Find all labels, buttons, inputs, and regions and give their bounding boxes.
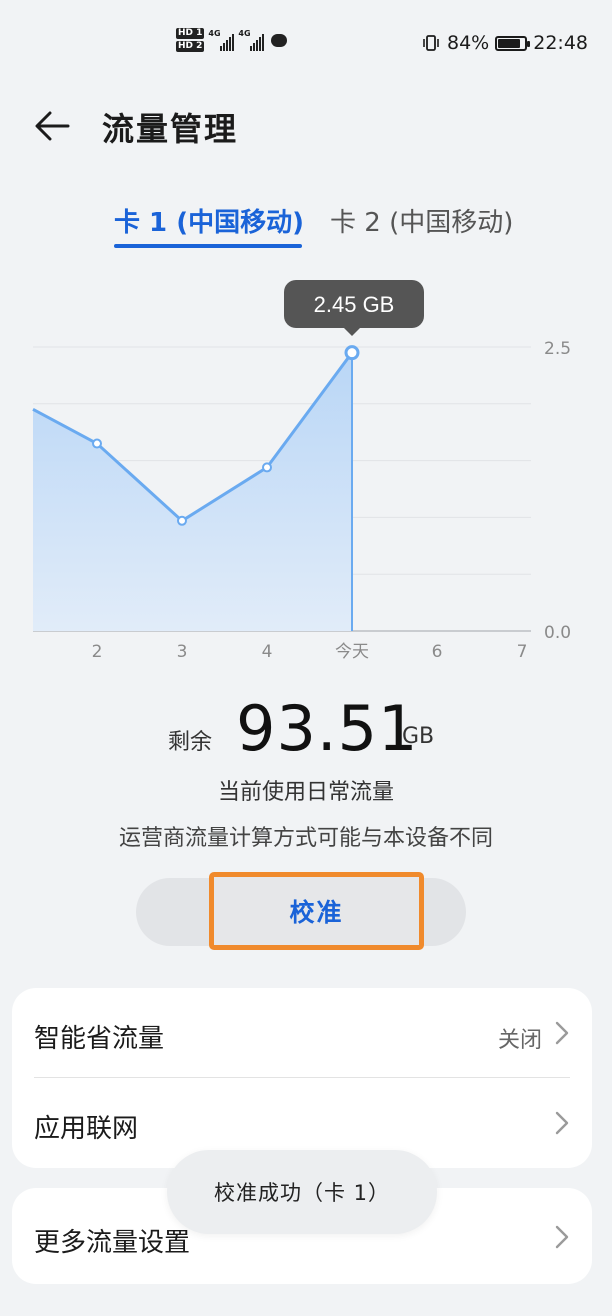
signal-indicators: HD 1 HD 2 4G 4G <box>176 28 288 52</box>
calibrate-button[interactable]: 校准 <box>209 872 424 950</box>
battery-percent: 84% <box>447 32 490 54</box>
x-tick-label: 今天 <box>335 642 369 662</box>
chevron-right-icon <box>555 1111 569 1135</box>
sim-tabs: 卡 1 (中国移动) 卡 2 (中国移动) <box>0 196 612 252</box>
back-button[interactable] <box>30 104 74 148</box>
hd-tags: HD 1 HD 2 <box>176 28 205 52</box>
chevron-right-icon <box>555 1225 569 1249</box>
tab-sim1[interactable]: 卡 1 (中国移动) <box>114 202 304 239</box>
smart-data-saver-label: 智能省流量 <box>34 1024 165 1054</box>
network-type-label: 4G <box>238 29 251 38</box>
y-tick-label: 0.0 <box>544 623 571 643</box>
usage-area <box>33 352 352 631</box>
x-tick-label: 6 <box>432 642 443 662</box>
signal-strength-icon: 4G <box>208 29 235 51</box>
smart-data-saver-row[interactable]: 智能省流量 关闭 <box>12 988 592 1078</box>
page-title: 流量管理 <box>102 110 239 148</box>
signal-strength-icon: 4G <box>238 29 265 51</box>
remaining-value: 93.51 <box>236 692 419 765</box>
sim1-hd-tag: HD 1 <box>176 28 205 39</box>
app-header: 流量管理 <box>0 96 612 156</box>
remaining-label: 剩余 <box>168 730 213 755</box>
settings-card: 智能省流量 关闭 应用联网 <box>12 988 592 1168</box>
clock: 22:48 <box>533 32 588 54</box>
remaining-unit: GB <box>402 724 435 749</box>
value-tooltip: 2.45 GB <box>284 280 424 336</box>
network-type-label: 4G <box>208 29 221 38</box>
selected-data-point[interactable] <box>344 345 360 361</box>
vibrate-icon <box>423 35 439 51</box>
y-tick-label: 2.5 <box>544 339 571 359</box>
x-tick-label: 2 <box>92 642 103 662</box>
x-tick-label: 4 <box>262 642 273 662</box>
usage-chart: 2 3 4 今天 6 7 2.5 0.0 2.45 GB <box>32 280 571 662</box>
tab-sim2[interactable]: 卡 2 (中国移动) <box>330 202 513 239</box>
arrow-left-icon <box>35 111 70 141</box>
app-network-label: 应用联网 <box>34 1114 139 1144</box>
active-tab-indicator <box>114 244 302 248</box>
remaining-data: 剩余 93.51 GB <box>0 690 612 770</box>
more-data-settings-label: 更多流量设置 <box>34 1228 191 1258</box>
x-tick-label: 3 <box>177 642 188 662</box>
data-point[interactable] <box>177 515 187 526</box>
smart-data-saver-status: 关闭 <box>497 1028 542 1053</box>
battery-icon <box>495 35 531 51</box>
message-notification-icon <box>271 33 288 47</box>
toast-message: 校准成功（卡 1） <box>167 1150 437 1234</box>
status-bar: HD 1 HD 2 4G 4G 84% 22:48 <box>0 0 612 90</box>
tooltip-value: 2.45 GB <box>314 292 395 317</box>
usage-mode-text: 当前使用日常流量 <box>217 780 394 805</box>
data-point[interactable] <box>92 438 102 449</box>
status-right: 84% 22:48 <box>421 32 588 54</box>
chevron-right-icon <box>555 1021 569 1045</box>
carrier-note-text: 运营商流量计算方式可能与本设备不同 <box>118 826 493 851</box>
x-tick-label: 7 <box>517 642 528 662</box>
data-point[interactable] <box>262 462 272 473</box>
sim2-hd-tag: HD 2 <box>176 41 205 52</box>
battery-level <box>498 38 521 48</box>
